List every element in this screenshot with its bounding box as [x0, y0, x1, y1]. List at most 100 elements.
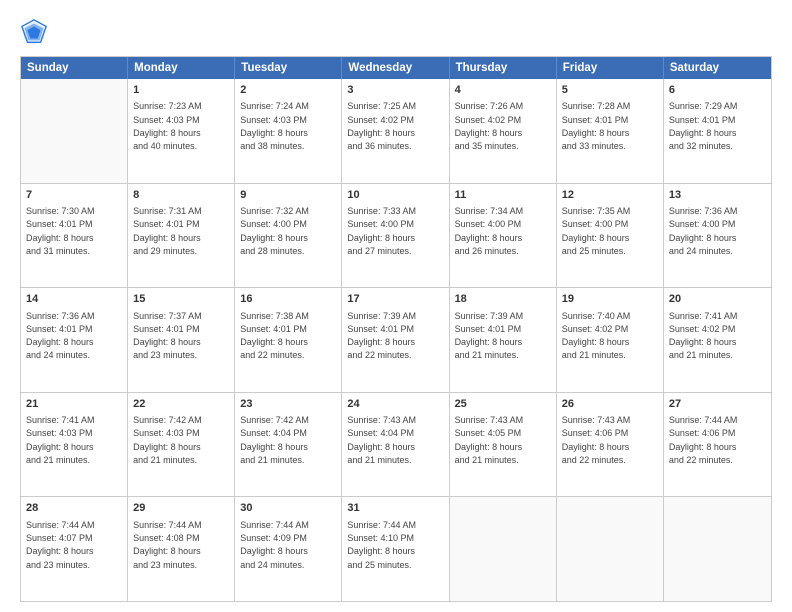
weekday-header-thursday: Thursday [450, 57, 557, 79]
day-cell-13: 13 Sunrise: 7:36 AM Sunset: 4:00 PM Dayli… [664, 184, 771, 288]
day-cell-3: 3 Sunrise: 7:25 AM Sunset: 4:02 PM Daylig… [342, 79, 449, 183]
day-cell-6: 6 Sunrise: 7:29 AM Sunset: 4:01 PM Daylig… [664, 79, 771, 183]
weekday-header-saturday: Saturday [664, 57, 771, 79]
day-number: 7 [26, 188, 122, 203]
day-cell-5: 5 Sunrise: 7:28 AM Sunset: 4:01 PM Daylig… [557, 79, 664, 183]
day-details: Sunrise: 7:28 AM Sunset: 4:01 PM Dayligh… [562, 101, 631, 151]
day-details: Sunrise: 7:44 AM Sunset: 4:06 PM Dayligh… [669, 415, 738, 465]
day-details: Sunrise: 7:23 AM Sunset: 4:03 PM Dayligh… [133, 101, 202, 151]
calendar-header: SundayMondayTuesdayWednesdayThursdayFrid… [21, 57, 771, 79]
day-cell-29: 29 Sunrise: 7:44 AM Sunset: 4:08 PM Dayli… [128, 497, 235, 601]
day-number: 1 [133, 83, 229, 98]
day-number: 17 [347, 292, 443, 307]
day-cell-31: 31 Sunrise: 7:44 AM Sunset: 4:10 PM Dayli… [342, 497, 449, 601]
day-cell-19: 19 Sunrise: 7:40 AM Sunset: 4:02 PM Dayli… [557, 288, 664, 392]
day-details: Sunrise: 7:34 AM Sunset: 4:00 PM Dayligh… [455, 206, 524, 256]
day-details: Sunrise: 7:37 AM Sunset: 4:01 PM Dayligh… [133, 311, 202, 361]
day-number: 4 [455, 83, 551, 98]
weekday-header-wednesday: Wednesday [342, 57, 449, 79]
day-number: 12 [562, 188, 658, 203]
day-cell-22: 22 Sunrise: 7:42 AM Sunset: 4:03 PM Dayli… [128, 393, 235, 497]
weekday-header-sunday: Sunday [21, 57, 128, 79]
header [20, 18, 772, 46]
day-details: Sunrise: 7:39 AM Sunset: 4:01 PM Dayligh… [347, 311, 416, 361]
day-cell-23: 23 Sunrise: 7:42 AM Sunset: 4:04 PM Dayli… [235, 393, 342, 497]
day-number: 26 [562, 397, 658, 412]
day-details: Sunrise: 7:39 AM Sunset: 4:01 PM Dayligh… [455, 311, 524, 361]
calendar-row-3: 14Sunrise: 7:36 AM Sunset: 4:01 PM Dayli… [21, 287, 771, 392]
day-details: Sunrise: 7:26 AM Sunset: 4:02 PM Dayligh… [455, 101, 524, 151]
day-cell-20: 20 Sunrise: 7:41 AM Sunset: 4:02 PM Dayli… [664, 288, 771, 392]
logo [20, 18, 52, 46]
day-cell-7: 7 Sunrise: 7:30 AM Sunset: 4:01 PM Daylig… [21, 184, 128, 288]
day-details: Sunrise: 7:41 AM Sunset: 4:03 PM Dayligh… [26, 415, 95, 465]
day-number: 15 [133, 292, 229, 307]
day-details: Sunrise: 7:29 AM Sunset: 4:01 PM Dayligh… [669, 101, 738, 151]
day-details: Sunrise: 7:44 AM Sunset: 4:07 PM Dayligh… [26, 520, 95, 570]
day-number: 3 [347, 83, 443, 98]
day-number: 20 [669, 292, 766, 307]
day-details: Sunrise: 7:25 AM Sunset: 4:02 PM Dayligh… [347, 101, 416, 151]
day-number: 28 [26, 501, 122, 516]
day-cell-14: 14Sunrise: 7:36 AM Sunset: 4:01 PM Dayli… [21, 288, 128, 392]
day-number: 10 [347, 188, 443, 203]
day-number: 9 [240, 188, 336, 203]
day-number: 21 [26, 397, 122, 412]
day-cell-30: 30 Sunrise: 7:44 AM Sunset: 4:09 PM Dayli… [235, 497, 342, 601]
day-cell-2: 2Sunrise: 7:24 AM Sunset: 4:03 PM Daylig… [235, 79, 342, 183]
weekday-header-tuesday: Tuesday [235, 57, 342, 79]
day-number: 23 [240, 397, 336, 412]
day-details: Sunrise: 7:41 AM Sunset: 4:02 PM Dayligh… [669, 311, 738, 361]
day-number: 8 [133, 188, 229, 203]
day-number: 18 [455, 292, 551, 307]
weekday-header-friday: Friday [557, 57, 664, 79]
day-cell-8: 8Sunrise: 7:31 AM Sunset: 4:01 PM Daylig… [128, 184, 235, 288]
day-number: 30 [240, 501, 336, 516]
empty-cell [664, 497, 771, 601]
day-details: Sunrise: 7:30 AM Sunset: 4:01 PM Dayligh… [26, 206, 95, 256]
day-number: 5 [562, 83, 658, 98]
day-details: Sunrise: 7:42 AM Sunset: 4:04 PM Dayligh… [240, 415, 309, 465]
day-details: Sunrise: 7:44 AM Sunset: 4:08 PM Dayligh… [133, 520, 202, 570]
day-number: 2 [240, 83, 336, 98]
day-cell-4: 4 Sunrise: 7:26 AM Sunset: 4:02 PM Daylig… [450, 79, 557, 183]
day-cell-24: 24Sunrise: 7:43 AM Sunset: 4:04 PM Dayli… [342, 393, 449, 497]
day-number: 6 [669, 83, 766, 98]
empty-cell [21, 79, 128, 183]
weekday-header-monday: Monday [128, 57, 235, 79]
day-number: 16 [240, 292, 336, 307]
day-number: 19 [562, 292, 658, 307]
day-cell-21: 21 Sunrise: 7:41 AM Sunset: 4:03 PM Dayli… [21, 393, 128, 497]
day-cell-12: 12Sunrise: 7:35 AM Sunset: 4:00 PM Dayli… [557, 184, 664, 288]
calendar: SundayMondayTuesdayWednesdayThursdayFrid… [20, 56, 772, 602]
day-number: 11 [455, 188, 551, 203]
day-cell-27: 27 Sunrise: 7:44 AM Sunset: 4:06 PM Dayli… [664, 393, 771, 497]
day-details: Sunrise: 7:43 AM Sunset: 4:05 PM Dayligh… [455, 415, 524, 465]
day-cell-28: 28 Sunrise: 7:44 AM Sunset: 4:07 PM Dayli… [21, 497, 128, 601]
day-number: 29 [133, 501, 229, 516]
day-number: 25 [455, 397, 551, 412]
day-details: Sunrise: 7:44 AM Sunset: 4:10 PM Dayligh… [347, 520, 416, 570]
calendar-row-1: 1 Sunrise: 7:23 AM Sunset: 4:03 PM Daylig… [21, 79, 771, 183]
day-cell-26: 26 Sunrise: 7:43 AM Sunset: 4:06 PM Dayli… [557, 393, 664, 497]
day-cell-18: 18 Sunrise: 7:39 AM Sunset: 4:01 PM Dayli… [450, 288, 557, 392]
day-details: Sunrise: 7:36 AM Sunset: 4:00 PM Dayligh… [669, 206, 738, 256]
day-details: Sunrise: 7:38 AM Sunset: 4:01 PM Dayligh… [240, 311, 309, 361]
calendar-row-2: 7 Sunrise: 7:30 AM Sunset: 4:01 PM Daylig… [21, 183, 771, 288]
day-cell-11: 11 Sunrise: 7:34 AM Sunset: 4:00 PM Dayli… [450, 184, 557, 288]
day-number: 22 [133, 397, 229, 412]
day-details: Sunrise: 7:44 AM Sunset: 4:09 PM Dayligh… [240, 520, 309, 570]
logo-icon [20, 18, 48, 46]
calendar-body: 1 Sunrise: 7:23 AM Sunset: 4:03 PM Daylig… [21, 79, 771, 601]
day-cell-9: 9 Sunrise: 7:32 AM Sunset: 4:00 PM Daylig… [235, 184, 342, 288]
day-details: Sunrise: 7:40 AM Sunset: 4:02 PM Dayligh… [562, 311, 631, 361]
day-cell-10: 10Sunrise: 7:33 AM Sunset: 4:00 PM Dayli… [342, 184, 449, 288]
day-number: 13 [669, 188, 766, 203]
day-number: 31 [347, 501, 443, 516]
day-details: Sunrise: 7:42 AM Sunset: 4:03 PM Dayligh… [133, 415, 202, 465]
day-cell-1: 1 Sunrise: 7:23 AM Sunset: 4:03 PM Daylig… [128, 79, 235, 183]
day-details: Sunrise: 7:43 AM Sunset: 4:06 PM Dayligh… [562, 415, 631, 465]
calendar-row-5: 28 Sunrise: 7:44 AM Sunset: 4:07 PM Dayli… [21, 496, 771, 601]
day-number: 27 [669, 397, 766, 412]
day-details: Sunrise: 7:32 AM Sunset: 4:00 PM Dayligh… [240, 206, 309, 256]
